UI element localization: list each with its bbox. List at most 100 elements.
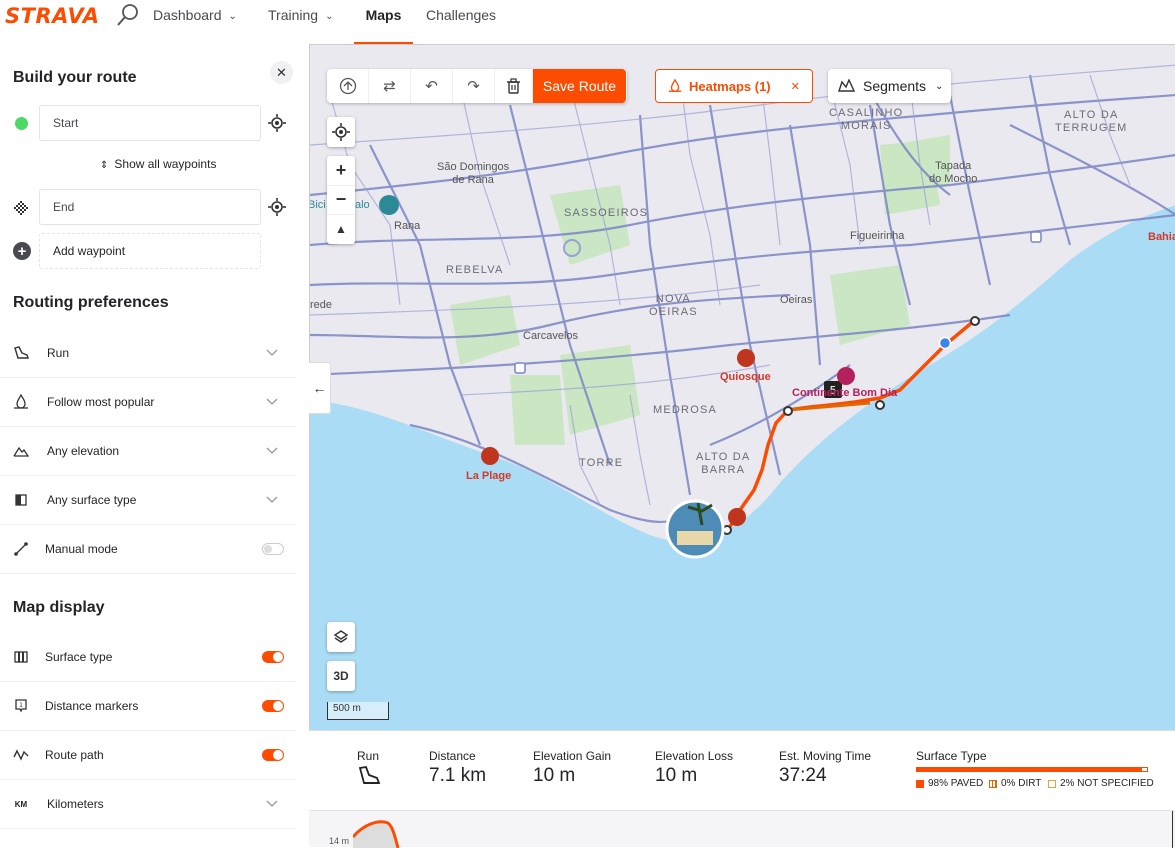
show-all-waypoints[interactable]: ⇕ Show all waypoints [100, 157, 216, 171]
route-icon [13, 749, 29, 761]
moving-time-label: Est. Moving Time [779, 749, 872, 763]
chevron-down-icon [266, 447, 278, 454]
cafe-poi-icon[interactable] [737, 349, 755, 367]
bike-repair-poi-icon[interactable] [379, 195, 399, 215]
elevation-curve [353, 820, 400, 848]
zoom-out-button[interactable]: − [327, 186, 355, 215]
route-stats: Run Distance 7.1 km Elevation Gain 10 m … [309, 730, 1175, 810]
surface-type-bar [916, 767, 1148, 772]
build-route-title: Build your route [13, 69, 137, 86]
heatmap-icon [14, 394, 28, 409]
search-icon[interactable] [116, 3, 140, 27]
map-label-tapada: Tapada do Mocho [929, 160, 978, 185]
undo-button[interactable]: ↶ [411, 69, 453, 103]
3d-button[interactable]: 3D [327, 661, 355, 691]
reverse-route-button[interactable]: ⇄ [369, 69, 411, 103]
strava-logo[interactable]: STRAVA [5, 4, 100, 28]
nav-challenges[interactable]: Challenges [426, 0, 496, 44]
map-label-alto-terrugem: ALTO DA TERRUGEM [1055, 109, 1128, 134]
close-button[interactable]: ✕ [270, 61, 293, 84]
zoom-in-button[interactable]: + [327, 157, 355, 186]
pref-run[interactable]: Run [0, 329, 296, 378]
elevation-profile[interactable]: 14 m [309, 810, 1175, 848]
map-label-bici: Bici [309, 199, 326, 211]
routing-preferences-title: Routing preferences [13, 294, 169, 311]
route-toolbar: ⇄ ↶ ↷ Save Route [327, 69, 627, 103]
clear-heatmaps-icon[interactable]: ✕ [791, 80, 800, 93]
display-route-path: Route path [0, 731, 296, 780]
arrow-left-icon: ← [312, 380, 327, 396]
route-waypoint-dot[interactable] [875, 400, 885, 410]
nav-dashboard[interactable]: Dashboard ⌄ [153, 0, 237, 44]
layers-button[interactable] [327, 622, 355, 652]
trash-icon [507, 78, 520, 94]
upload-button[interactable] [327, 69, 369, 103]
pref-elevation[interactable]: Any elevation [0, 427, 296, 476]
end-input[interactable]: End [39, 189, 261, 225]
pref-surface[interactable]: Any surface type [0, 476, 296, 525]
add-icon[interactable]: + [13, 242, 31, 260]
paved-swatch [916, 779, 924, 788]
nav-training[interactable]: Training ⌄ [268, 0, 333, 44]
elevation-loss-label: Elevation Loss [655, 749, 734, 763]
minus-icon: − [335, 189, 347, 209]
legend-dirt: 0% DIRT [989, 778, 1041, 789]
locate-icon [332, 123, 350, 141]
shop-poi-icon[interactable] [837, 367, 855, 385]
segments-button[interactable]: Segments ⌄ [828, 69, 951, 103]
chevron-down-icon: ⌄ [935, 80, 944, 92]
elevation-tick-label: 14 m [329, 836, 350, 846]
surface-type-toggle[interactable] [262, 651, 284, 663]
distance-markers-toggle[interactable] [262, 700, 284, 712]
map-label-sao-domingos: São Domingos de Rana [437, 161, 510, 186]
mountain-icon [13, 446, 29, 457]
route-path-toggle[interactable] [262, 749, 284, 761]
display-units[interactable]: KM Kilometers [0, 780, 296, 829]
surface-type-label: Surface Type [916, 749, 987, 763]
start-dot-icon [15, 117, 28, 130]
map-label-sassoeiros: SASSOEIROS [564, 207, 649, 219]
map-label-nova-oeiras: NOVA OEIRAS [649, 293, 698, 318]
shoe-icon [358, 765, 381, 784]
manual-mode-toggle[interactable] [262, 543, 284, 555]
compass-button[interactable]: ▲ [327, 215, 355, 244]
redo-button[interactable]: ↷ [453, 69, 495, 103]
moving-time-value: 37:24 [779, 765, 827, 786]
marker-icon: 1 [15, 699, 27, 713]
map-display-title: Map display [13, 599, 105, 616]
route-waypoint-dot[interactable] [783, 406, 793, 416]
delete-button[interactable] [495, 69, 533, 103]
heatmaps-button[interactable]: Heatmaps (1) ✕ [655, 69, 813, 103]
map-canvas[interactable]: 5 [310, 45, 1175, 730]
zoom-controls: + − ▲ [327, 156, 355, 244]
locate-icon[interactable] [268, 198, 286, 216]
expand-icon: ⇕ [100, 160, 109, 171]
elevation-loss-value: 10 m [655, 765, 698, 786]
heatmap-icon [668, 79, 682, 92]
route-map[interactable]: 5 CASALINHO MORAIS ALTO DA TERRUGEM São … [309, 44, 1175, 730]
map-label-bici-end: alo [355, 199, 370, 211]
map-label-carcavelos: Carcavelos [523, 330, 579, 342]
pref-popular[interactable]: Follow most popular [0, 378, 296, 427]
cafe-poi-icon[interactable] [728, 508, 746, 526]
km-icon: KM [14, 799, 28, 809]
distance-value: 7.1 km [429, 765, 487, 786]
nav-maps[interactable]: Maps [354, 0, 413, 44]
layers-icon [333, 630, 349, 643]
cafe-poi-icon[interactable] [481, 447, 499, 465]
legend-unspecified: 2% NOT SPECIFIED [1048, 778, 1154, 789]
collapse-sidebar-button[interactable]: ← [309, 362, 331, 414]
activity-label: Run [357, 749, 380, 763]
locate-icon[interactable] [268, 114, 286, 132]
save-route-button[interactable]: Save Route [533, 69, 626, 103]
surface-type-icon [14, 651, 28, 663]
locate-me-button[interactable] [327, 117, 355, 147]
map-label-oeiras: Oeiras [780, 294, 813, 306]
start-input[interactable]: Start [39, 105, 261, 141]
display-distance-markers: 1 Distance markers [0, 682, 296, 731]
chevron-down-icon: ⌄ [228, 11, 237, 22]
add-waypoint-button[interactable]: Add waypoint [39, 233, 261, 269]
close-icon: ✕ [276, 64, 287, 80]
unspecified-swatch [1048, 779, 1056, 788]
route-waypoint-dot[interactable] [970, 316, 980, 326]
